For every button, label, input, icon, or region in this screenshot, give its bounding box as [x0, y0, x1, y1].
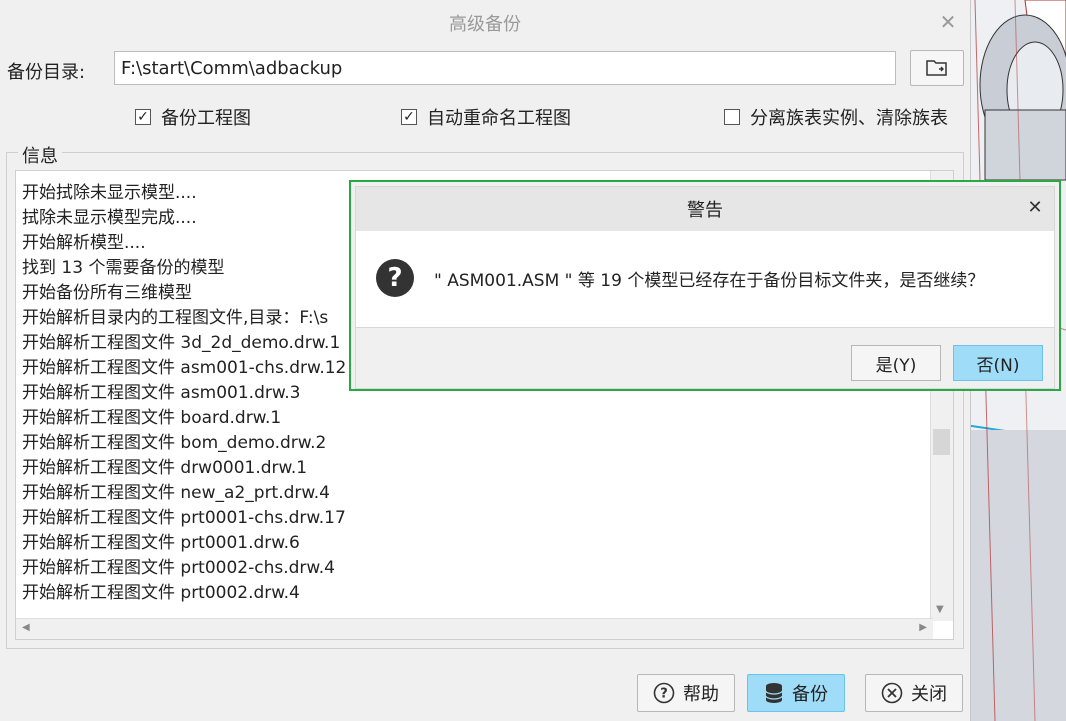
list-item: 开始解析工程图文件 asm001.drw.3	[22, 383, 301, 403]
help-button-label: 帮助	[683, 684, 719, 705]
backup-button[interactable]: 备份	[747, 674, 845, 712]
warning-message: " ASM001.ASM " 等 19 个模型已经存在于备份目标文件夹，是否继续…	[434, 271, 985, 291]
close-circle-icon	[881, 682, 903, 704]
list-item: 开始解析工程图文件 3d_2d_demo.drw.1	[22, 333, 341, 353]
close-button[interactable]: 关闭	[865, 674, 963, 712]
option-label: 分离族表实例、清除族表	[750, 108, 948, 129]
list-item: 开始解析工程图文件 board.drw.1	[22, 408, 282, 428]
option-auto-rename-drawings[interactable]: ✓ 自动重命名工程图	[401, 104, 571, 130]
warning-message-area: ? " ASM001.ASM " 等 19 个模型已经存在于备份目标文件夹，是否…	[356, 231, 1054, 327]
option-separate-family-table[interactable]: 分离族表实例、清除族表	[724, 104, 948, 130]
close-button-label: 关闭	[911, 684, 947, 705]
scroll-right-icon[interactable]: ▶	[919, 622, 927, 633]
question-icon: ?	[376, 259, 414, 297]
horizontal-scrollbar[interactable]: ◀ ▶	[16, 618, 933, 639]
checkbox-checked-icon[interactable]: ✓	[135, 109, 151, 125]
warning-title: 警告	[687, 200, 723, 221]
backup-dir-input[interactable]: F:\start\Comm\adbackup	[114, 51, 896, 85]
dialog-title: 高级备份	[449, 14, 521, 35]
warning-titlebar: 警告	[356, 187, 1054, 231]
list-item: 开始解析工程图文件 new_a2_prt.drw.4	[22, 483, 330, 503]
list-item: 开始解析目录内的工程图文件,目录：F:\s	[22, 308, 329, 328]
list-item: 拭除未显示模型完成....	[22, 208, 197, 228]
list-item: 开始解析工程图文件 asm001-chs.drw.12	[22, 358, 347, 378]
list-item: 开始备份所有三维模型	[22, 283, 192, 303]
dialog-titlebar: 高级备份	[0, 0, 970, 46]
divider	[356, 327, 1054, 328]
no-button[interactable]: 否(N)	[953, 345, 1043, 381]
folder-open-icon	[926, 60, 947, 76]
list-item: 开始解析工程图文件 prt0001.drw.6	[22, 533, 300, 553]
option-backup-drawings[interactable]: ✓ 备份工程图	[135, 104, 251, 130]
backup-dir-label: 备份目录:	[7, 62, 86, 83]
option-label: 自动重命名工程图	[427, 108, 571, 129]
scroll-down-icon[interactable]: ▼	[936, 604, 944, 615]
checkbox-checked-icon[interactable]: ✓	[401, 109, 417, 125]
checkbox-unchecked-icon[interactable]	[724, 109, 740, 125]
scroll-left-icon[interactable]: ◀	[22, 622, 30, 633]
scrollbar-thumb[interactable]	[933, 429, 950, 455]
warning-dialog-body: 警告 ✕ ? " ASM001.ASM " 等 19 个模型已经存在于备份目标文…	[355, 186, 1055, 389]
list-item: 开始解析工程图文件 prt0002-chs.drw.4	[22, 558, 335, 578]
help-icon: ?	[653, 682, 675, 704]
database-icon	[764, 682, 784, 704]
option-label: 备份工程图	[161, 108, 251, 129]
list-item: 开始解析模型....	[22, 233, 146, 253]
svg-text:?: ?	[660, 687, 668, 702]
help-button[interactable]: ? 帮助	[637, 674, 735, 712]
yes-button[interactable]: 是(Y)	[851, 345, 941, 381]
close-icon[interactable]: ✕	[938, 12, 958, 32]
info-group-label: 信息	[18, 142, 62, 168]
list-item: 开始解析工程图文件 bom_demo.drw.2	[22, 433, 327, 453]
close-icon[interactable]: ✕	[1026, 199, 1044, 217]
warning-dialog: 警告 ✕ ? " ASM001.ASM " 等 19 个模型已经存在于备份目标文…	[349, 180, 1061, 391]
list-item: 开始解析工程图文件 drw0001.drw.1	[22, 458, 308, 478]
browse-folder-button[interactable]	[910, 50, 964, 86]
list-item: 找到 13 个需要备份的模型	[22, 258, 225, 278]
backup-button-label: 备份	[792, 684, 828, 705]
list-item: 开始解析工程图文件 prt0002.drw.4	[22, 583, 300, 603]
list-item: 开始解析工程图文件 prt0001-chs.drw.17	[22, 508, 346, 528]
list-item: 开始拭除未显示模型....	[22, 183, 197, 203]
